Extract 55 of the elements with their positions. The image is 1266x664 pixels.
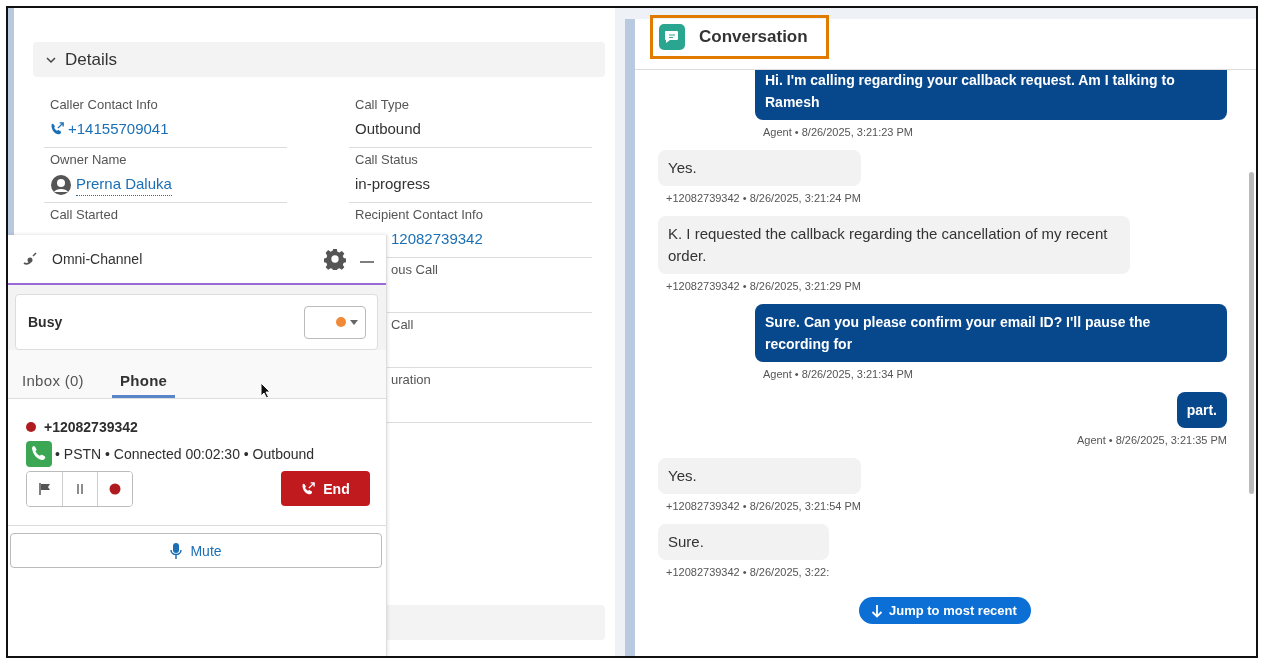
microphone-icon [170, 542, 183, 559]
end-call-button[interactable]: End [281, 471, 370, 506]
scrollbar[interactable] [1249, 172, 1254, 494]
field-value: Outbound [355, 119, 421, 139]
message-meta: +12082739342 • 8/26/2025, 3:21:29 PM [665, 280, 861, 292]
customer-message: Yes. [658, 150, 861, 186]
status-label: Busy [28, 314, 63, 330]
tab[interactable]: Inbox (0) [14, 372, 92, 398]
phone-link[interactable]: 12082739342 [391, 228, 483, 250]
customer-message: Sure. [658, 524, 830, 560]
record-button[interactable] [97, 472, 132, 506]
record-icon [109, 483, 121, 495]
message-meta: Agent • 8/26/2025, 3:21:35 PM [1076, 434, 1227, 446]
field-label: Call Started [50, 206, 118, 223]
section-title: Details [65, 49, 117, 70]
mute-button[interactable]: Mute [10, 533, 382, 568]
field-label: Caller Contact Info [50, 96, 158, 113]
phone-icon [50, 122, 64, 136]
recording-dot-icon [26, 422, 36, 432]
caller-number: +12082739342 [44, 419, 138, 435]
field-label: Call [391, 316, 414, 333]
message-meta: Agent • 8/26/2025, 3:21:34 PM [762, 368, 913, 380]
settings-icon[interactable] [324, 248, 346, 270]
omni-channel-icon [22, 251, 38, 267]
message-meta: +12082739342 • 8/26/2025, 3:21:54 PM [665, 500, 861, 512]
field-label: ous Call [391, 261, 438, 278]
customer-message: Yes. [658, 458, 861, 494]
user-link[interactable]: Prerna Daluka [76, 173, 172, 196]
panel-title: Conversation [699, 27, 808, 47]
message-meta: +12082739342 • 8/26/2025, 3:21:24 PM [665, 192, 861, 204]
message-meta: +12082739342 • 8/26/2025, 3:22: [665, 566, 830, 578]
pause-icon [75, 482, 85, 496]
section-header[interactable]: Details [33, 42, 605, 77]
call-info: • PSTN • Connected 00:02:30 • Outbound [55, 446, 315, 462]
field-label: uration [391, 371, 431, 388]
flag-icon [37, 482, 52, 496]
field-label: Call Type [355, 96, 409, 113]
field-label: Recipient Contact Info [355, 206, 483, 223]
jump-to-recent-button[interactable]: Jump to most recent [859, 597, 1031, 624]
field-label: Owner Name [50, 151, 127, 168]
chat-icon [659, 24, 685, 50]
status-dot-caret-icon [335, 316, 359, 328]
end-call-icon [301, 481, 316, 496]
agent-message: part. [1176, 392, 1227, 428]
agent-message: Hi. I'm calling regarding your callback request. Am I talking to Ramesh [755, 70, 1227, 120]
phone-icon [26, 441, 52, 467]
agent-message: Sure. Can you please confirm your email ID? I'll pause the recording for [755, 304, 1227, 362]
arrow-down-icon [871, 603, 883, 618]
message-meta: Agent • 8/26/2025, 3:21:23 PM [762, 126, 913, 138]
avatar-icon [50, 173, 72, 196]
field-label: Call Status [355, 151, 418, 168]
panel-title: Omni-Channel [52, 251, 144, 267]
customer-message: K. I requested the callback regarding the cancellation of my recent order. [658, 216, 1130, 274]
field-value: in-progress [355, 174, 431, 194]
phone-link[interactable]: +14155709041 [68, 118, 169, 140]
